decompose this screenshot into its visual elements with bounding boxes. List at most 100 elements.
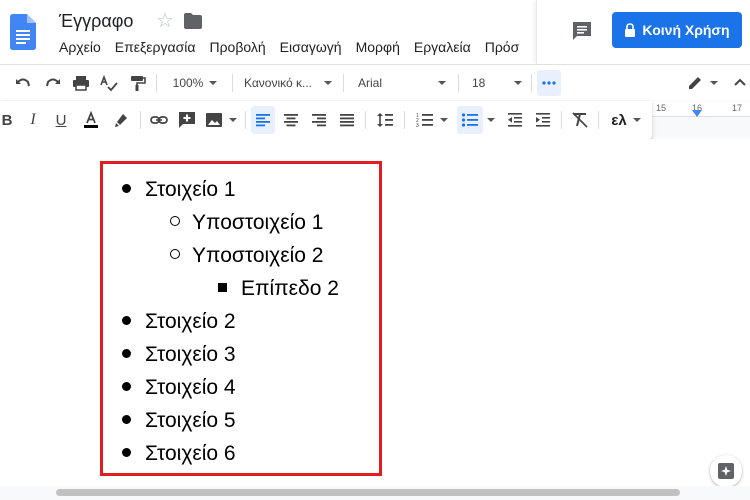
redo-icon bbox=[46, 78, 60, 87]
toolbar-separator bbox=[343, 74, 344, 92]
editing-mode-button[interactable] bbox=[682, 65, 722, 101]
justify-button[interactable] bbox=[335, 101, 359, 139]
share-button[interactable]: Κοινή Χρήση bbox=[612, 12, 742, 48]
menu-addons[interactable]: Πρόσ bbox=[485, 38, 520, 56]
horizontal-scrollbar[interactable] bbox=[0, 486, 750, 500]
document-title[interactable]: Έγγραφο bbox=[59, 9, 133, 33]
list-item[interactable]: Στοιχείο 4 bbox=[122, 375, 236, 401]
bulleted-list-button[interactable] bbox=[457, 106, 483, 134]
clear-formatting-button[interactable] bbox=[568, 101, 592, 139]
align-left-button[interactable] bbox=[251, 106, 275, 134]
list-item-text: Στοιχείο 4 bbox=[145, 376, 236, 399]
align-right-button[interactable] bbox=[307, 101, 331, 139]
numbered-list-button[interactable]: 123 bbox=[410, 101, 454, 139]
bold-icon: B bbox=[1, 111, 13, 129]
header: Έγγραφο ☆ Αρχείο Επεξεργασία Προβολή Εισ… bbox=[0, 0, 750, 64]
paint-format-button[interactable] bbox=[124, 65, 150, 101]
input-tools-button[interactable]: ελ bbox=[605, 101, 647, 139]
text-color-icon bbox=[84, 111, 98, 128]
align-left-icon bbox=[256, 114, 270, 127]
ruler-mark: 15 bbox=[656, 103, 667, 113]
bullet-disc-icon bbox=[122, 348, 131, 358]
text-color-button[interactable] bbox=[79, 101, 103, 139]
chevron-down-icon bbox=[440, 118, 448, 122]
toolbar-separator bbox=[140, 111, 141, 129]
menu-edit[interactable]: Επεξεργασία bbox=[115, 38, 196, 56]
line-spacing-button[interactable] bbox=[372, 101, 398, 139]
underline-button[interactable]: U bbox=[50, 101, 72, 139]
list-item[interactable]: Επίπεδο 2 bbox=[218, 276, 339, 302]
style-dropdown[interactable]: Κανονικό κ... bbox=[240, 65, 336, 101]
align-right-icon bbox=[312, 114, 326, 127]
bullet-disc-icon bbox=[122, 414, 131, 424]
decrease-indent-button[interactable] bbox=[503, 101, 527, 139]
star-icon[interactable]: ☆ bbox=[156, 10, 174, 32]
image-icon bbox=[206, 113, 222, 127]
more-options-button[interactable] bbox=[537, 70, 561, 96]
italic-button[interactable]: I bbox=[22, 101, 44, 139]
chevron-down-icon bbox=[710, 81, 718, 85]
chevron-down-icon bbox=[487, 118, 495, 122]
zoom-dropdown[interactable]: 100% bbox=[165, 65, 225, 101]
insert-link-button[interactable] bbox=[146, 101, 172, 139]
font-dropdown[interactable]: Arial bbox=[352, 65, 450, 101]
menu-format[interactable]: Μορφή bbox=[356, 38, 400, 56]
toolbar-separator bbox=[365, 111, 366, 129]
undo-button[interactable] bbox=[10, 65, 36, 101]
list-item[interactable]: Υποστοιχείο 2 bbox=[170, 243, 323, 269]
undo-icon bbox=[16, 78, 30, 87]
redo-button[interactable] bbox=[40, 65, 66, 101]
toolbar-separator bbox=[531, 74, 532, 92]
decrease-indent-icon bbox=[508, 113, 522, 127]
list-item[interactable]: Υποστοιχείο 1 bbox=[170, 210, 323, 236]
scrollbar-thumb[interactable] bbox=[56, 489, 680, 496]
list-item[interactable]: Στοιχείο 6 bbox=[122, 441, 236, 467]
ruler[interactable]: 15 16 17 bbox=[652, 101, 750, 117]
menu-view[interactable]: Προβολή bbox=[209, 38, 265, 56]
chevron-down-icon bbox=[438, 81, 446, 85]
list-item[interactable]: Στοιχείο 1 bbox=[122, 177, 236, 203]
folder-icon[interactable] bbox=[183, 12, 203, 30]
list-item[interactable]: Στοιχείο 5 bbox=[122, 408, 236, 434]
right-indent-marker-icon[interactable] bbox=[692, 110, 702, 117]
list-item[interactable]: Στοιχείο 2 bbox=[122, 309, 236, 335]
italic-icon: I bbox=[30, 111, 36, 128]
comment-history-icon[interactable] bbox=[571, 20, 593, 42]
font-size-dropdown[interactable]: 18 bbox=[466, 65, 526, 101]
align-center-icon bbox=[284, 114, 298, 127]
list-item-text: Στοιχείο 3 bbox=[145, 343, 236, 366]
bullet-circle-icon bbox=[170, 249, 180, 260]
print-button[interactable] bbox=[68, 65, 94, 101]
bulleted-list-options[interactable] bbox=[484, 101, 498, 139]
explore-icon bbox=[718, 463, 734, 479]
list-item-text: Υποστοιχείο 1 bbox=[192, 211, 324, 234]
toolbar-separator bbox=[156, 74, 157, 92]
chevron-down-icon bbox=[632, 118, 641, 122]
align-center-button[interactable] bbox=[279, 101, 303, 139]
bullet-disc-icon bbox=[122, 183, 131, 193]
document-page[interactable] bbox=[0, 139, 750, 490]
increase-indent-button[interactable] bbox=[531, 101, 555, 139]
list-item-text: Στοιχείο 1 bbox=[145, 178, 236, 201]
explore-button[interactable] bbox=[710, 455, 742, 487]
spellcheck-button[interactable] bbox=[96, 65, 122, 101]
collapse-toolbar-button[interactable] bbox=[730, 65, 750, 101]
align-justify-icon bbox=[340, 114, 354, 127]
toolbar-separator bbox=[598, 111, 599, 129]
docs-logo-icon[interactable] bbox=[10, 14, 36, 50]
spellcheck-icon bbox=[100, 74, 118, 92]
list-item[interactable]: Στοιχείο 3 bbox=[122, 342, 236, 368]
ruler-mark: 17 bbox=[732, 103, 743, 113]
list-item-text: Επίπεδο 2 bbox=[241, 277, 339, 300]
bold-button[interactable]: B bbox=[0, 101, 18, 139]
menu-insert[interactable]: Εισαγωγή bbox=[280, 38, 342, 56]
highlight-color-button[interactable] bbox=[109, 101, 133, 139]
insert-image-button[interactable] bbox=[202, 101, 240, 139]
style-value: Κανονικό κ... bbox=[244, 76, 312, 90]
toolbar-separator bbox=[245, 111, 246, 129]
menu-tools[interactable]: Εργαλεία bbox=[414, 38, 471, 56]
header-actions: Κοινή Χρήση bbox=[536, 0, 750, 64]
add-comment-button[interactable] bbox=[174, 101, 200, 139]
chevron-up-icon bbox=[734, 78, 746, 86]
menu-file[interactable]: Αρχείο bbox=[59, 38, 101, 56]
